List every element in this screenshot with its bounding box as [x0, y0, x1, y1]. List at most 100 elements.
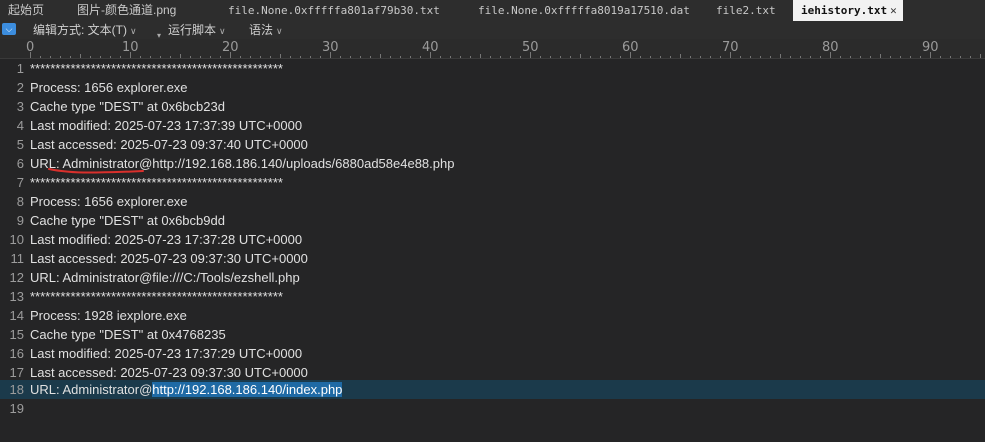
editor-line[interactable]: 11 Last accessed: 2025-07-23 09:37:30 UTC… [0, 249, 985, 268]
ruler-tick [600, 56, 601, 58]
tab-start-page[interactable]: 起始页 [8, 0, 44, 21]
ruler-tick [590, 56, 591, 58]
ruler-tick [280, 54, 281, 58]
column-ruler: 0 10 20 30 40 50 60 70 80 90 [0, 39, 985, 59]
edit-mode-menu[interactable]: 编辑方式: 文本(T) ∨ [33, 21, 137, 39]
ruler-tick [560, 56, 561, 58]
line-text: Last modified: 2025-07-23 17:37:39 UTC+0… [30, 118, 303, 133]
ruler-tick [360, 56, 361, 58]
editor-line[interactable]: 9 Cache type "DEST" at 0x6bcb9dd [0, 211, 985, 230]
tab-image-color-channel[interactable]: 图片-颜色通道.png [77, 0, 176, 21]
editor-line[interactable]: 4 Last modified: 2025-07-23 17:37:39 UTC+… [0, 116, 985, 135]
line-text: Last modified: 2025-07-23 17:37:28 UTC+0… [30, 232, 303, 247]
ruler-tick [960, 56, 961, 58]
line-number: 5 [16, 137, 24, 152]
ruler-tick [930, 52, 931, 58]
edit-mode-label: 编辑方式: 文本(T) [33, 23, 127, 37]
line-text: URL: Administrator@http://192.168.186.14… [30, 380, 343, 399]
ruler-tick [860, 56, 861, 58]
line-text: ****************************************… [30, 175, 283, 190]
ruler-tick [470, 56, 471, 58]
line-number: 12 [9, 270, 24, 285]
ruler-tick [370, 56, 371, 58]
ruler-tick [170, 56, 171, 58]
editor-line[interactable]: 3 Cache type "DEST" at 0x6bcb23d [0, 97, 985, 116]
editor-line[interactable]: 13 **************************************… [0, 287, 985, 306]
editor-line[interactable]: 12 URL: Administrator@file:///C:/Tools/ez… [0, 268, 985, 287]
text-editor[interactable]: 1 ***************************************… [0, 59, 985, 442]
editor-line-current[interactable]: 18 URL: Administrator@http://192.168.186.… [0, 380, 985, 399]
line-number: 18 [9, 382, 24, 397]
ruler-tick [520, 56, 521, 58]
tab-file-dat[interactable]: file.None.0xfffffa8019a17510.dat [478, 0, 690, 21]
ruler-tick [200, 56, 201, 58]
editor-line[interactable]: 6 URL: Administrator@http://192.168.186.1… [0, 154, 985, 173]
ruler-tick [180, 54, 181, 58]
line-number: 3 [16, 99, 24, 114]
run-script-label: 运行脚本 [168, 23, 217, 37]
ruler-tick [790, 56, 791, 58]
line-text: Cache type "DEST" at 0x4768235 [30, 327, 226, 342]
editor-line[interactable]: 5 Last accessed: 2025-07-23 09:37:40 UTC+… [0, 135, 985, 154]
ruler-tick [190, 56, 191, 58]
ruler-tick [690, 56, 691, 58]
ruler-tick [510, 56, 511, 58]
ruler-tick [250, 56, 251, 58]
editor-line[interactable]: 10 Last modified: 2025-07-23 17:37:28 UTC… [0, 230, 985, 249]
editor-line[interactable]: 19 [0, 399, 985, 418]
ruler-tick [540, 56, 541, 58]
editor-toolbar: ⌵ 编辑方式: 文本(T) ∨ ▾ 运行脚本 ∨ 语法 ∨ [0, 21, 985, 40]
ruler-tick [310, 56, 311, 58]
ruler-tick [850, 56, 851, 58]
syntax-menu[interactable]: 语法 ∨ [249, 21, 283, 39]
ruler-tick [450, 56, 451, 58]
ruler-tick [460, 56, 461, 58]
ruler-tick [800, 56, 801, 58]
ruler-tick [620, 56, 621, 58]
tab-file2[interactable]: file2.txt [716, 0, 776, 21]
line-number: 11 [10, 251, 25, 266]
ruler-tick [210, 56, 211, 58]
tab-file-txt[interactable]: file.None.0xfffffa801af79b30.txt [228, 0, 440, 21]
editor-line[interactable]: 1 ***************************************… [0, 59, 985, 78]
line-text: Process: 1656 explorer.exe [30, 80, 188, 95]
editor-line[interactable]: 14 Process: 1928 iexplore.exe [0, 306, 985, 325]
editor-line[interactable]: 2 Process: 1656 explorer.exe [0, 78, 985, 97]
tab-iehistory-label: iehistory.txt [801, 4, 888, 17]
line-number: 13 [9, 289, 24, 304]
tab-iehistory[interactable]: iehistory.txt ✕ [793, 0, 903, 21]
editor-line[interactable]: 16 Last modified: 2025-07-23 17:37:29 UTC… [0, 344, 985, 363]
ruler-tick [760, 56, 761, 58]
ruler-tick [220, 56, 221, 58]
ruler-tick [90, 56, 91, 58]
line-number: 14 [9, 308, 24, 323]
syntax-label: 语法 [249, 23, 274, 37]
line-text: Cache type "DEST" at 0x6bcb9dd [30, 213, 225, 228]
ruler-tick [60, 56, 61, 58]
line-number: 6 [16, 156, 24, 171]
editor-line[interactable]: 15 Cache type "DEST" at 0x4768235 [0, 325, 985, 344]
line-number: 2 [16, 80, 24, 95]
ruler-tick [770, 56, 771, 58]
ruler-tick [570, 56, 571, 58]
ruler-tick [610, 56, 611, 58]
line-number: 19 [9, 401, 24, 416]
ruler-tick [720, 56, 721, 58]
line-text: ****************************************… [30, 289, 283, 304]
ruler-tick [380, 54, 381, 58]
ruler-tick [260, 56, 261, 58]
ruler-tick [650, 56, 651, 58]
selected-text[interactable]: http://192.168.186.140/index.php [152, 382, 343, 397]
ruler-tick [880, 54, 881, 58]
line-text: Last accessed: 2025-07-23 09:37:30 UTC+0… [30, 251, 308, 266]
close-icon[interactable]: ✕ [890, 4, 897, 17]
tab-bar: 起始页 图片-颜色通道.png file.None.0xfffffa801af7… [0, 0, 985, 22]
run-script-menu[interactable]: 运行脚本 ∨ [168, 21, 226, 39]
ruler-tick [630, 52, 631, 58]
editor-line[interactable]: 8 Process: 1656 explorer.exe [0, 192, 985, 211]
line-text: Last modified: 2025-07-23 17:37:29 UTC+0… [30, 346, 303, 361]
chevron-down-icon[interactable]: ⌵ [2, 23, 16, 35]
editor-line[interactable]: 7 ***************************************… [0, 173, 985, 192]
ruler-tick [80, 54, 81, 58]
ruler-tick [780, 54, 781, 58]
